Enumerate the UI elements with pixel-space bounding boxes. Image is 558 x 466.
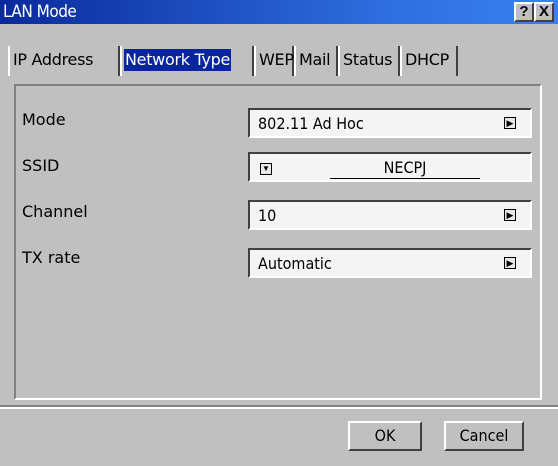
channel-select[interactable]: 10 ▶ (248, 200, 532, 230)
lan-mode-dialog: LAN Mode ? X IP Address Network Type WEP… (0, 0, 558, 466)
tab-dhcp[interactable]: DHCP (400, 46, 458, 76)
tab-ip-address[interactable]: IP Address (8, 46, 120, 76)
tab-status[interactable]: Status (338, 46, 400, 76)
window-title: LAN Mode (3, 2, 77, 22)
ssid-value[interactable]: NECPJ (330, 158, 480, 179)
channel-value: 10 (258, 206, 277, 225)
ok-button[interactable]: OK (348, 421, 422, 451)
cancel-button[interactable]: Cancel (444, 421, 524, 451)
tab-label: Mail (299, 50, 331, 69)
triangle-right-icon[interactable]: ▶ (504, 257, 516, 269)
mode-value: 802.11 Ad Hoc (258, 114, 364, 133)
tx-rate-label: TX rate (22, 248, 81, 267)
tab-wep[interactable]: WEP (254, 46, 294, 76)
triangle-right-icon[interactable]: ▶ (504, 209, 516, 221)
tx-rate-value: Automatic (258, 254, 332, 273)
ssid-label: SSID (22, 156, 60, 175)
triangle-right-icon[interactable]: ▶ (504, 117, 516, 129)
channel-label: Channel (22, 202, 88, 221)
tab-label: IP Address (13, 50, 94, 69)
tab-mail[interactable]: Mail (294, 46, 338, 76)
ssid-field[interactable]: ▼ NECPJ (248, 152, 532, 182)
triangle-down-icon[interactable]: ▼ (260, 163, 272, 175)
tab-label: Status (343, 50, 393, 69)
mode-select[interactable]: 802.11 Ad Hoc ▶ (248, 108, 532, 138)
tab-network-type[interactable]: Network Type (120, 46, 254, 76)
title-bar[interactable]: LAN Mode ? X (0, 0, 558, 24)
tab-label: DHCP (405, 50, 449, 69)
tab-label: WEP (259, 50, 294, 69)
tab-label: Network Type (124, 49, 232, 71)
help-button[interactable]: ? (514, 2, 534, 22)
tx-rate-select[interactable]: Automatic ▶ (248, 248, 532, 278)
mode-label: Mode (22, 110, 66, 129)
close-button[interactable]: X (534, 2, 554, 22)
footer-divider (0, 405, 558, 409)
